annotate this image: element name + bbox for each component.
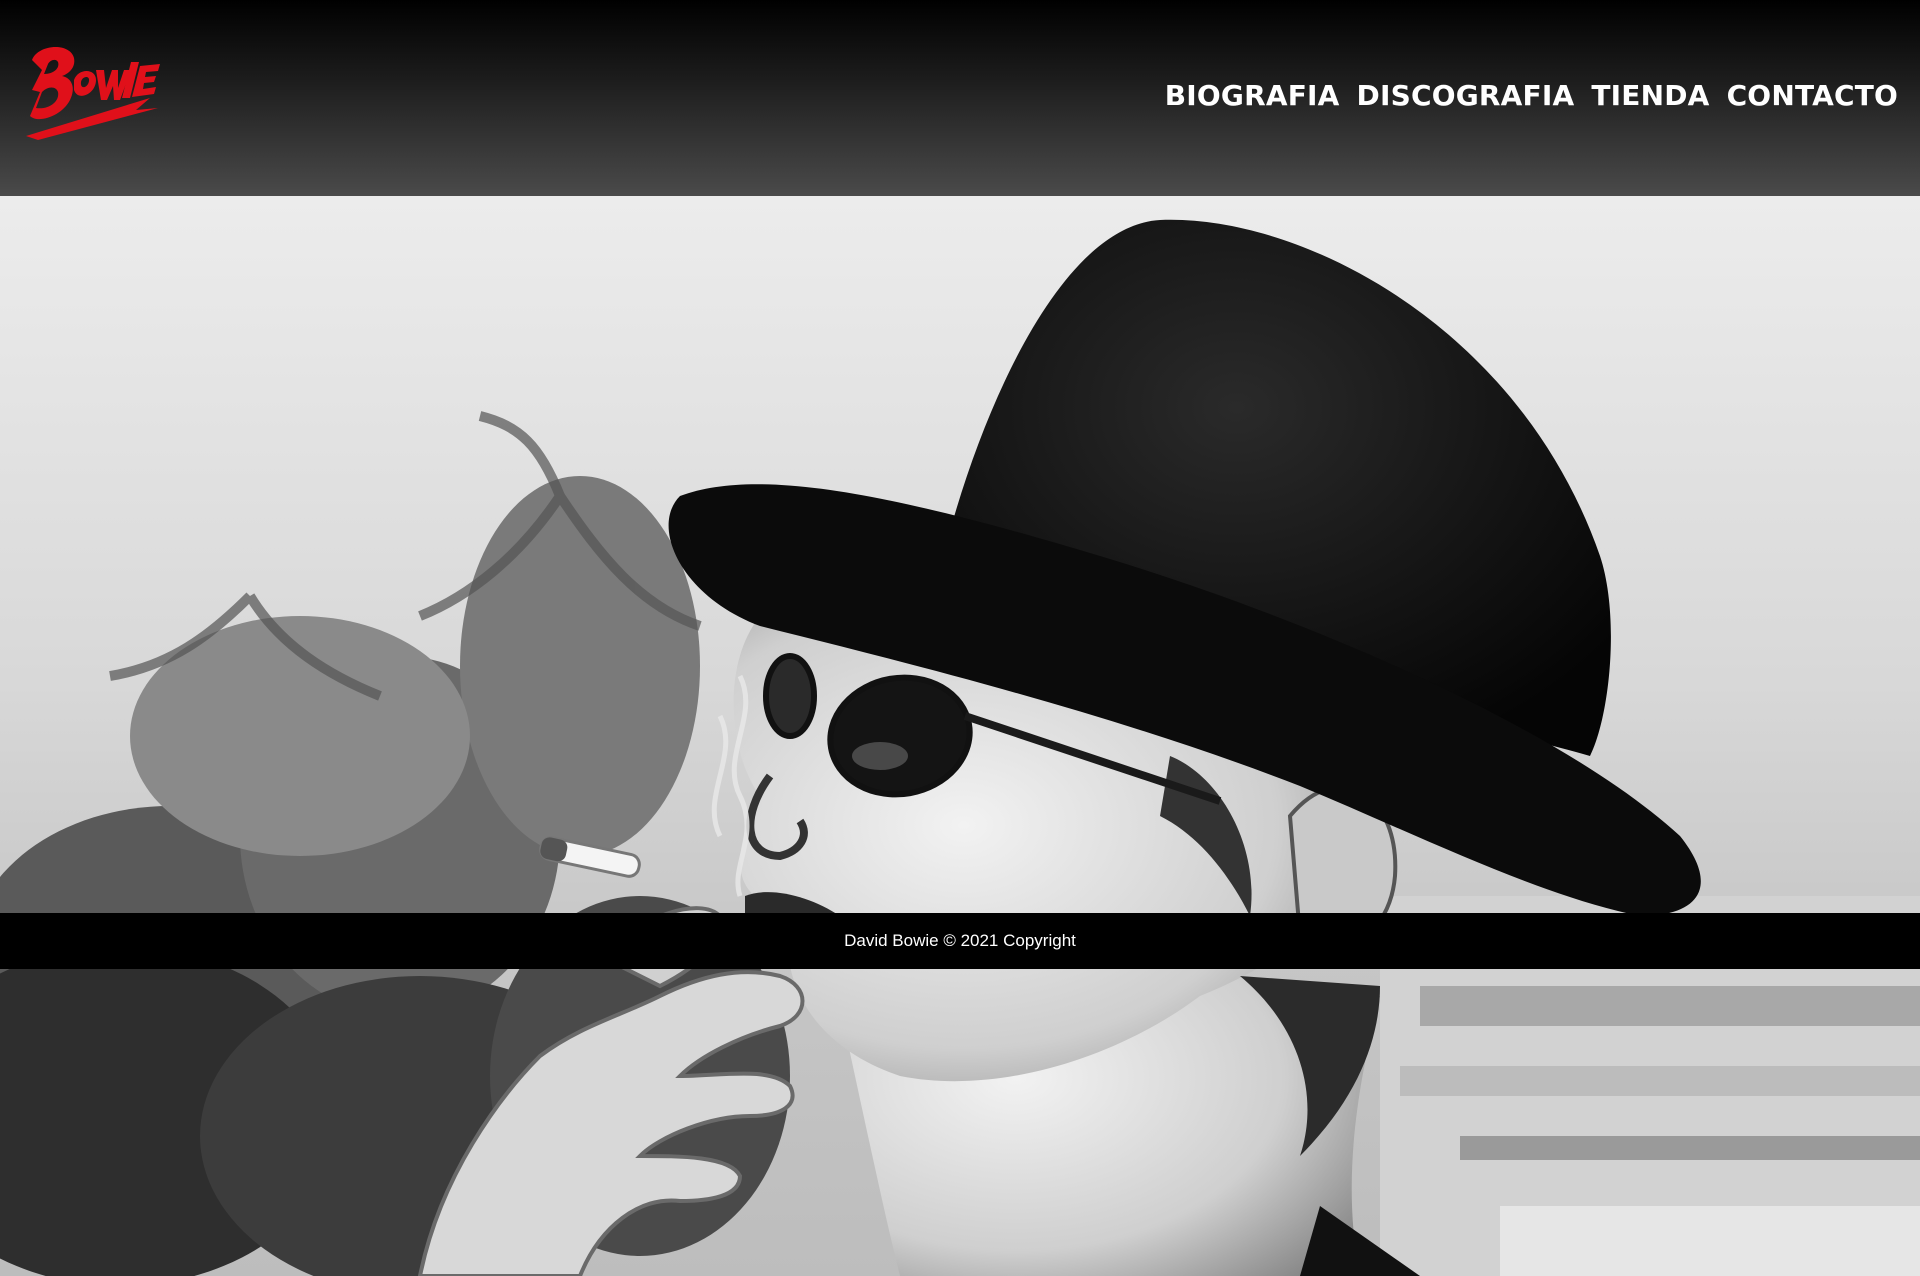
copyright-text: David Bowie © 2021 Copyright xyxy=(844,931,1076,950)
bowie-logo-icon xyxy=(26,46,160,140)
nav-link-biografia[interactable]: BIOGRAFIA xyxy=(1165,79,1340,112)
nav-link-contacto[interactable]: CONTACTO xyxy=(1727,79,1898,112)
bowie-logo[interactable] xyxy=(18,40,160,140)
hero-photo xyxy=(0,196,1920,1276)
hero-photo-icon xyxy=(0,196,1920,1276)
main-nav: BIOGRAFIA DISCOGRAFIA TIENDA CONTACTO xyxy=(1165,79,1898,112)
site-header: BIOGRAFIA DISCOGRAFIA TIENDA CONTACTO xyxy=(0,0,1920,196)
nav-link-discografia[interactable]: DISCOGRAFIA xyxy=(1357,79,1575,112)
page: BIOGRAFIA DISCOGRAFIA TIENDA CONTACTO Da… xyxy=(0,0,1920,1276)
nav-link-tienda[interactable]: TIENDA xyxy=(1591,79,1709,112)
site-footer: David Bowie © 2021 Copyright xyxy=(0,913,1920,969)
